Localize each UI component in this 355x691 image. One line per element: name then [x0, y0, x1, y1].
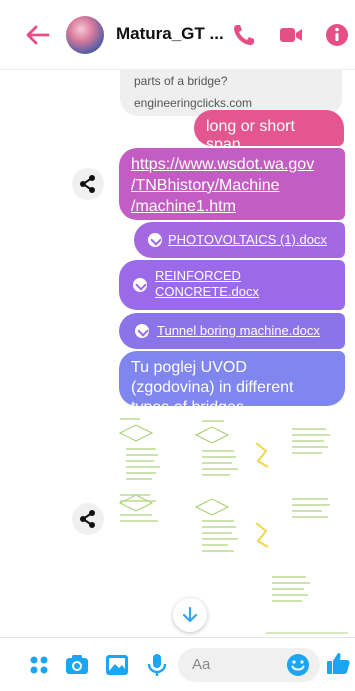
message-input-placeholder: Aa — [192, 656, 211, 673]
document-thumbnail — [118, 418, 348, 634]
url-line-3: /machine1.htm — [131, 198, 236, 215]
message-input[interactable]: Aa — [178, 648, 320, 682]
message-list[interactable]: parts of a bridge? engineeringclicks.com… — [0, 70, 355, 637]
url-link[interactable]: https://www.wsdot.wa.gov /TNBhistory/Mac… — [131, 156, 314, 215]
thumbs-up-icon[interactable] — [325, 650, 351, 676]
file-attachment[interactable]: PHOTOVOLTAICS (1).docx — [134, 222, 345, 258]
conversation-title[interactable]: Matura_GT ... — [116, 24, 224, 44]
share-icon — [80, 175, 95, 193]
file-attachment[interactable]: Tunnel boring machine.docx — [119, 313, 345, 349]
avatar[interactable] — [66, 16, 104, 54]
info-icon[interactable] — [324, 22, 350, 48]
share-button[interactable] — [72, 503, 104, 535]
file-name-line-1[interactable]: REINFORCED — [155, 268, 241, 283]
share-button[interactable] — [72, 168, 104, 200]
microphone-icon[interactable] — [144, 652, 170, 678]
emoji-icon[interactable] — [286, 653, 310, 677]
file-attachment[interactable]: REINFORCED CONCRETE.docx — [119, 260, 345, 310]
composer-bar: Aa — [0, 637, 355, 691]
file-name-line-2[interactable]: CONCRETE.docx — [155, 284, 259, 299]
video-icon[interactable] — [278, 22, 304, 48]
back-arrow-icon[interactable] — [24, 21, 52, 49]
chat-header: Matura_GT ... — [0, 0, 355, 70]
download-icon — [135, 324, 149, 338]
file-name[interactable]: PHOTOVOLTAICS (1).docx — [168, 232, 327, 247]
scroll-down-icon — [182, 606, 198, 623]
camera-icon[interactable] — [64, 652, 90, 678]
url-line-2: /TNBhistory/Machine — [131, 177, 280, 194]
link-message[interactable]: https://www.wsdot.wa.gov /TNBhistory/Mac… — [119, 148, 345, 220]
share-icon — [80, 510, 95, 528]
phone-icon[interactable] — [231, 22, 257, 48]
preview-title: parts of a bridge? — [134, 74, 228, 88]
message-bubble[interactable]: Tu poglej UVOD (zgodovina) in different … — [119, 351, 345, 416]
image-icon[interactable] — [104, 652, 130, 678]
message-bubble[interactable]: long or short span — [194, 110, 344, 153]
download-icon — [133, 278, 147, 292]
document-image-attachment[interactable] — [116, 415, 348, 637]
preview-source: engineeringclicks.com — [134, 96, 253, 110]
file-name[interactable]: Tunnel boring machine.docx — [157, 323, 320, 338]
download-icon — [148, 233, 162, 247]
scroll-to-bottom-button[interactable] — [173, 598, 207, 632]
apps-grid-icon[interactable] — [26, 652, 52, 678]
url-line-1: https://www.wsdot.wa.gov — [131, 156, 315, 173]
